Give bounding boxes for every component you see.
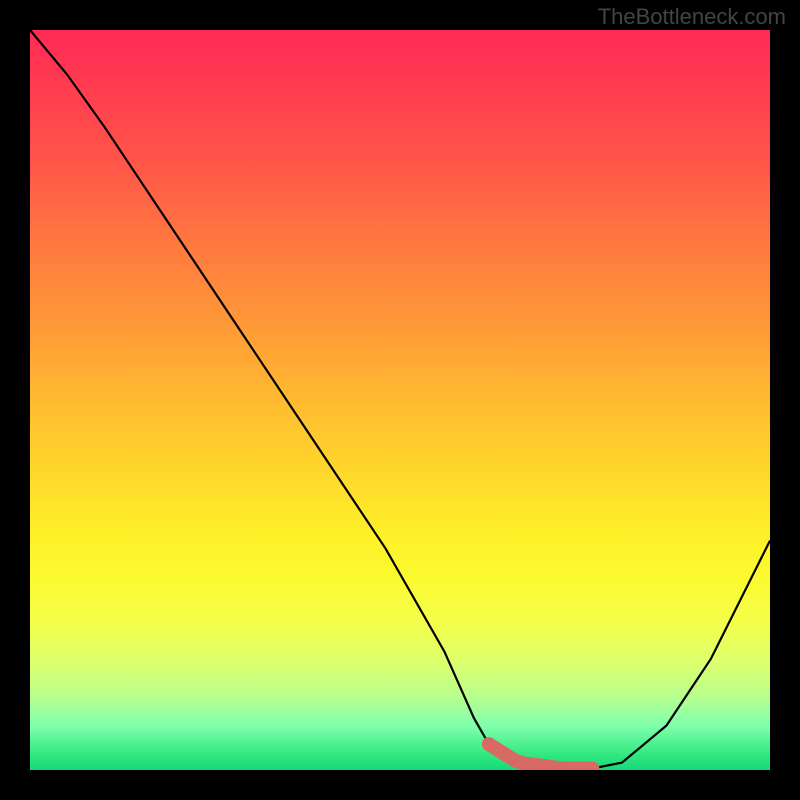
optimal-range-highlight: [30, 30, 770, 770]
chart-plot-area: [30, 30, 770, 770]
optimal-range-marker: [489, 744, 593, 768]
watermark-text: TheBottleneck.com: [598, 4, 786, 30]
